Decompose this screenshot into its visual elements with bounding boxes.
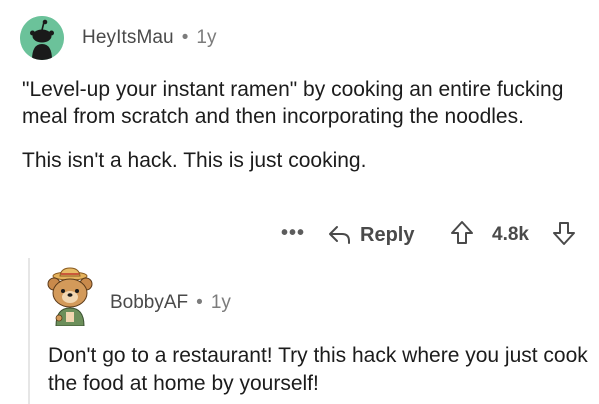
reply-label: Reply	[360, 223, 415, 246]
comment-body: Don't go to a restaurant! Try this hack …	[48, 344, 588, 395]
snoo-avatar-icon	[20, 16, 64, 60]
comment-actions: ••• Reply 4.8k	[0, 218, 599, 252]
bear-avatar-icon	[47, 267, 93, 327]
thread-line[interactable]	[28, 258, 30, 404]
vote-score: 4.8k	[492, 224, 529, 245]
meta-separator: •	[181, 27, 189, 48]
comment-age: 1y	[196, 27, 217, 48]
comment-header: HeyItsMau • 1y	[20, 16, 216, 60]
meta-separator: •	[196, 292, 203, 313]
username[interactable]: HeyItsMau	[82, 27, 174, 49]
downvote-button[interactable]	[552, 220, 576, 246]
username[interactable]: BobbyAF	[110, 292, 188, 314]
avatar[interactable]	[44, 266, 96, 327]
upvote-arrow-icon	[451, 221, 473, 244]
downvote-arrow-icon	[553, 222, 575, 245]
reply-arrow-icon	[329, 226, 350, 244]
comment-age: 1y	[210, 292, 231, 313]
comment-paragraph: "Level-up your instant ramen" by cooking…	[22, 78, 564, 128]
more-options-button[interactable]: •••	[281, 222, 305, 245]
upvote-button[interactable]	[450, 220, 474, 246]
avatar[interactable]	[20, 16, 64, 60]
comment-paragraph: This isn't a hack. This is just cooking.	[22, 149, 367, 172]
reply-button[interactable]: Reply	[328, 218, 414, 252]
comment-header: BobbyAF • 1y	[44, 264, 231, 328]
comment-body: "Level-up your instant ramen" by cooking…	[22, 76, 582, 191]
